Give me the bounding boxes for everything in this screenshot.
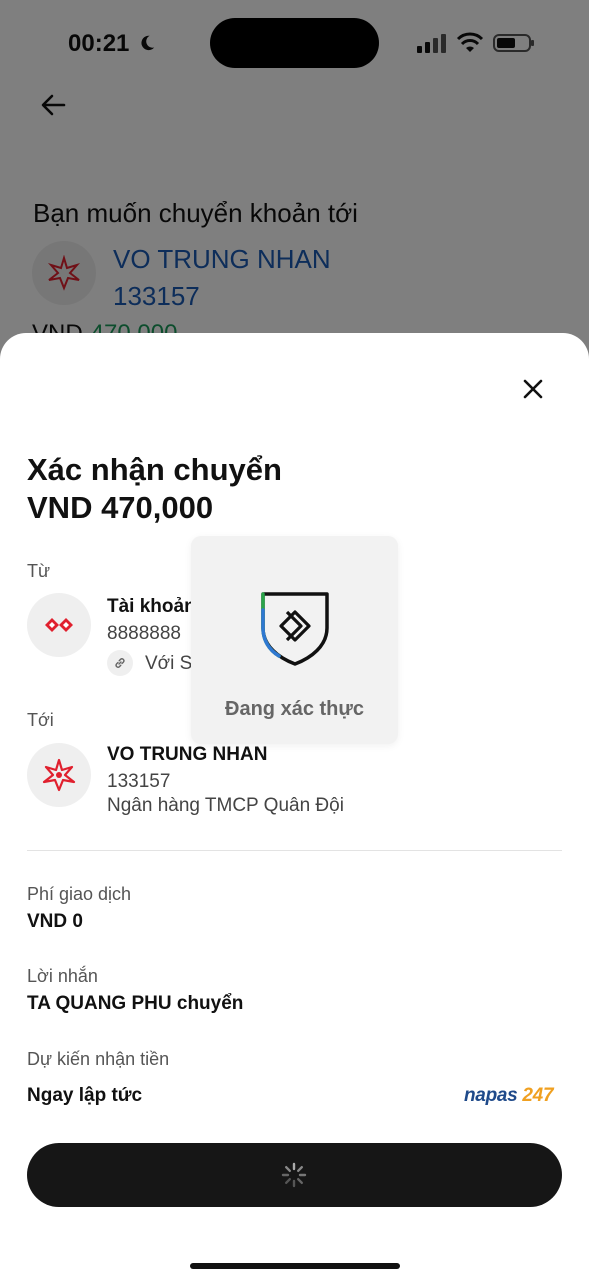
sheet-amount: VND 470,000 <box>27 490 214 525</box>
message-value: TA QUANG PHU chuyển <box>27 993 244 1014</box>
recipient-bank-name: Ngân hàng TMCP Quân Đội <box>107 795 344 816</box>
sheet-title: Xác nhận chuyển <box>27 452 282 487</box>
to-label: Tới <box>27 710 54 730</box>
shield-icon <box>261 592 329 666</box>
recipient-account-number: 133157 <box>107 771 171 792</box>
napas247-logo: napas 247 <box>464 1085 554 1106</box>
fee-value: VND 0 <box>27 911 83 932</box>
confirm-button[interactable] <box>27 1143 562 1207</box>
message-label: Lời nhắn <box>27 966 98 986</box>
verifying-card: Đang xác thực <box>191 536 398 744</box>
confirm-transfer-sheet: Xác nhận chuyển VND 470,000 Từ Tài khoản… <box>0 333 589 1280</box>
fee-label: Phí giao dịch <box>27 884 132 904</box>
mb-bank-logo-icon <box>42 758 76 792</box>
source-bank-avatar <box>27 593 91 657</box>
eta-value: Ngay lập tức <box>27 1085 143 1106</box>
from-label: Từ <box>27 561 51 581</box>
verifying-text: Đang xác thực <box>225 698 364 720</box>
techcombank-logo-icon <box>45 618 73 632</box>
recipient-name: VO TRUNG NHAN <box>107 744 268 765</box>
link-icon <box>107 650 133 676</box>
divider <box>27 850 562 851</box>
linked-with-text: Với S <box>145 653 193 674</box>
eta-label: Dự kiến nhận tiền <box>27 1049 170 1069</box>
chain-icon <box>115 658 125 668</box>
home-indicator[interactable] <box>190 1263 400 1269</box>
loading-spinner-icon <box>281 1162 307 1188</box>
source-account-name: Tài khoản <box>107 596 196 617</box>
recipient-bank-avatar <box>27 743 91 807</box>
source-account-number: 8888888 <box>107 623 181 644</box>
close-icon[interactable] <box>517 373 549 405</box>
